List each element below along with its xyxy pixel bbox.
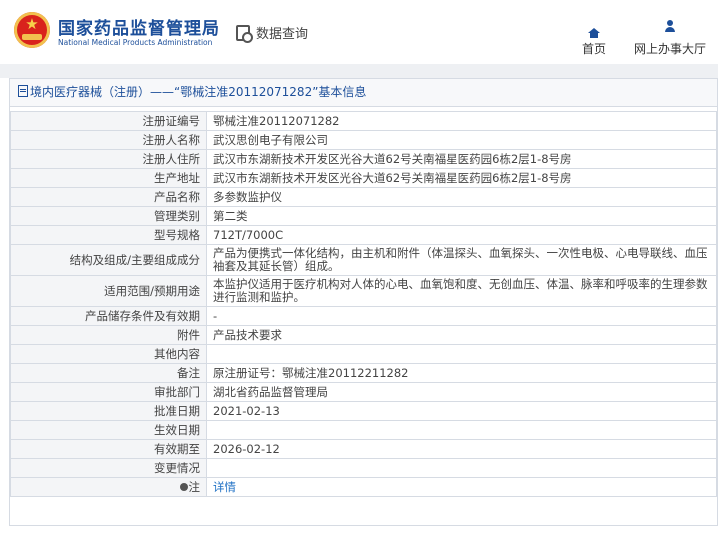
- data-query-link[interactable]: 数据查询: [236, 22, 309, 43]
- row-value: [206, 344, 717, 364]
- row-value: 多参数监护仪: [206, 187, 717, 207]
- table-row: 变更情况: [10, 458, 717, 478]
- table-row: 其他内容: [10, 344, 717, 364]
- row-label: 生效日期: [10, 420, 207, 440]
- table-row: 型号规格 712T/7000C: [10, 225, 717, 245]
- site-header: ★ 国家药品监督管理局 National Medical Products Ad…: [0, 0, 718, 64]
- note-icon: [179, 482, 188, 491]
- table-row: 注册人住所 武汉市东湖新技术开发区光谷大道62号关南福星医药园6栋2层1-8号房: [10, 149, 717, 169]
- row-value: 本监护仪适用于医疗机构对人体的心电、血氧饱和度、无创血压、体温、脉率和呼吸率的生…: [206, 275, 717, 307]
- table-row: 管理类别 第二类: [10, 206, 717, 226]
- row-value: 产品为便携式一体化结构，由主机和附件（体温探头、血氧探头、一次性电极、心电导联线…: [206, 244, 717, 276]
- table-row: 注册人名称 武汉思创电子有限公司: [10, 130, 717, 150]
- table-row: 生效日期: [10, 420, 717, 440]
- row-label: 备注: [10, 363, 207, 383]
- row-label: 结构及组成/主要组成成分: [10, 244, 207, 276]
- row-label: 变更情况: [10, 458, 207, 478]
- table-row: 有效期至 2026-02-12: [10, 439, 717, 459]
- row-value: [206, 420, 717, 440]
- header-divider: [0, 64, 718, 78]
- table-row: 适用范围/预期用途 本监护仪适用于医疗机构对人体的心电、血氧饱和度、无创血压、体温…: [10, 275, 717, 307]
- org-name-en: National Medical Products Administration: [58, 38, 213, 47]
- home-icon: [588, 28, 600, 38]
- table-row: 生产地址 武汉市东湖新技术开发区光谷大道62号关南福星医药园6栋2层1-8号房: [10, 168, 717, 188]
- note-label: 注: [188, 479, 201, 494]
- row-value: 产品技术要求: [206, 325, 717, 345]
- row-value: 712T/7000C: [206, 225, 717, 245]
- row-label: 型号规格: [10, 225, 207, 245]
- row-value: 2026-02-12: [206, 439, 717, 459]
- row-label: 批准日期: [10, 401, 207, 421]
- document-search-icon: [236, 24, 253, 43]
- row-value: 湖北省药品监督管理局: [206, 382, 717, 402]
- row-value: 原注册证号：鄂械注准20112211282: [206, 363, 717, 383]
- row-value: 武汉市东湖新技术开发区光谷大道62号关南福星医药园6栋2层1-8号房: [206, 168, 717, 188]
- info-panel: 境内医疗器械（注册）——“鄂械注准20112071282”基本信息 注册证编号鄂…: [9, 78, 718, 526]
- row-label: 注册人住所: [10, 149, 207, 169]
- row-value: 第二类: [206, 206, 717, 226]
- row-value: -: [206, 306, 717, 326]
- note-label-cell: 注: [10, 477, 207, 497]
- row-value: 武汉思创电子有限公司: [206, 130, 717, 150]
- row-label: 生产地址: [10, 168, 207, 188]
- table-row: 审批部门 湖北省药品监督管理局: [10, 382, 717, 402]
- row-label: 产品名称: [10, 187, 207, 207]
- row-label: 注册证编号: [10, 111, 207, 131]
- row-value: 鄂械注准20112071282: [206, 111, 717, 131]
- row-label: 其他内容: [10, 344, 207, 364]
- table-row: 注册证编号 鄂械注准20112071282: [10, 111, 717, 131]
- note-value-cell: 详情: [206, 477, 717, 497]
- nav-online-hall[interactable]: 网上办事大厅: [628, 18, 712, 57]
- org-name-cn: 国家药品监督管理局: [58, 19, 220, 39]
- table-row: 附件 产品技术要求: [10, 325, 717, 345]
- note-row: 注详情: [10, 477, 717, 497]
- row-label: 产品储存条件及有效期: [10, 306, 207, 326]
- detail-table: 注册证编号 鄂械注准20112071282 注册人名称 武汉思创电子有限公司 注册人住所…: [10, 111, 717, 497]
- row-label: 适用范围/预期用途: [10, 275, 207, 307]
- row-label: 管理类别: [10, 206, 207, 226]
- row-label: 有效期至: [10, 439, 207, 459]
- user-icon: [664, 20, 676, 33]
- panel-title-text: 境内医疗器械（注册）——“鄂械注准20112071282”基本信息: [30, 85, 367, 99]
- nav-home-label: 首页: [581, 42, 606, 56]
- row-value: [206, 458, 717, 478]
- nav-home[interactable]: 首页: [576, 18, 612, 57]
- table-row: 备注 原注册证号：鄂械注准20112211282: [10, 363, 717, 383]
- document-icon: [18, 85, 28, 97]
- row-value: 2021-02-13: [206, 401, 717, 421]
- row-label: 附件: [10, 325, 207, 345]
- nav-online-hall-label: 网上办事大厅: [633, 42, 706, 56]
- detail-link[interactable]: 详情: [213, 480, 236, 494]
- table-row: 批准日期 2021-02-13: [10, 401, 717, 421]
- data-query-label: 数据查询: [256, 27, 309, 42]
- table-row: 产品储存条件及有效期 -: [10, 306, 717, 326]
- table-row: 结构及组成/主要组成成分 产品为便携式一体化结构，由主机和附件（体温探头、血氧探头…: [10, 244, 717, 276]
- emblem-logo: ★: [14, 12, 50, 48]
- row-value: 武汉市东湖新技术开发区光谷大道62号关南福星医药园6栋2层1-8号房: [206, 149, 717, 169]
- table-row: 产品名称 多参数监护仪: [10, 187, 717, 207]
- row-label: 注册人名称: [10, 130, 207, 150]
- row-label: 审批部门: [10, 382, 207, 402]
- panel-title: 境内医疗器械（注册）——“鄂械注准20112071282”基本信息: [10, 79, 717, 107]
